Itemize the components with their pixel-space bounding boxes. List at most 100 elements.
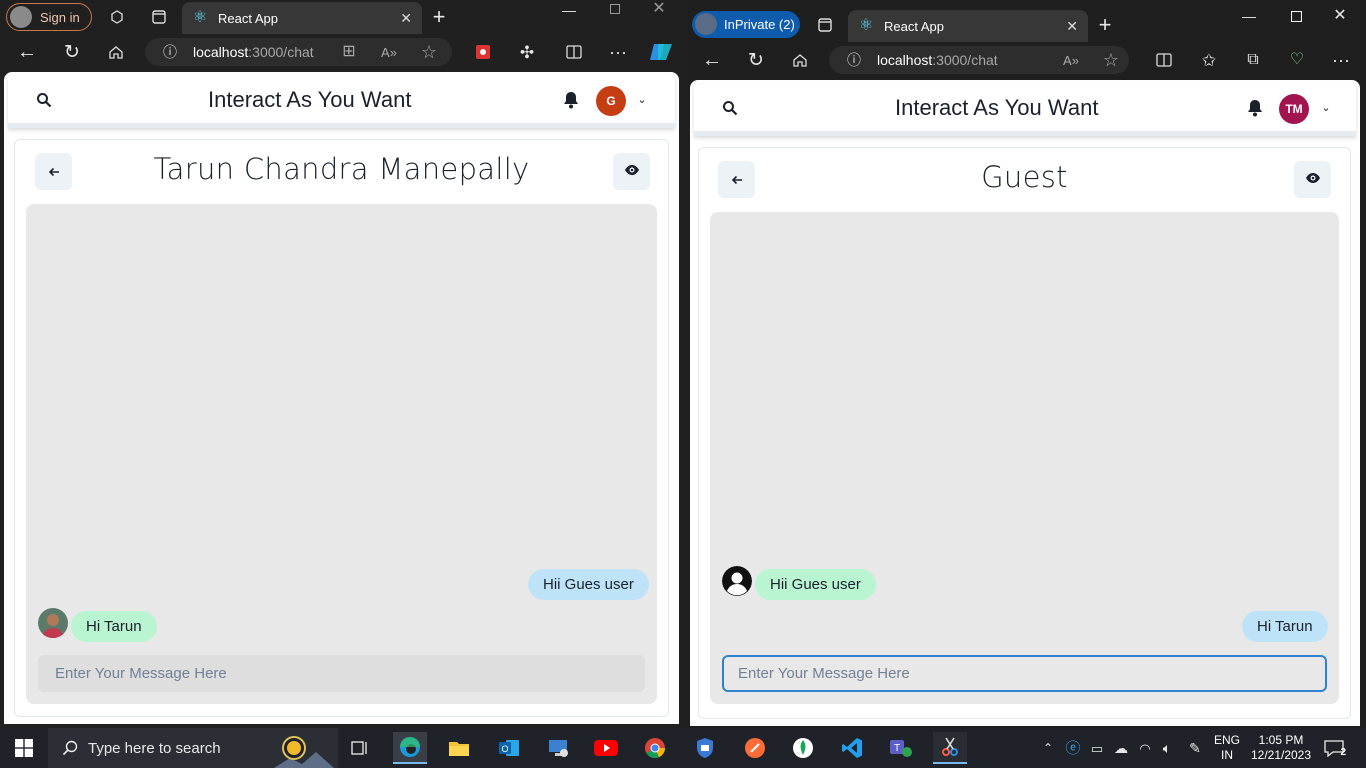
tab-actions-icon[interactable]: [814, 15, 836, 35]
url-field[interactable]: ⓘ localhost:3000/chat A» ☆: [829, 46, 1129, 74]
edge-taskbar-icon[interactable]: [393, 732, 427, 764]
extensions-puzzle-icon[interactable]: ✣: [516, 42, 538, 62]
maximize-icon[interactable]: [1285, 6, 1307, 26]
pen-icon[interactable]: ✎: [1186, 739, 1204, 757]
edge-tray-icon[interactable]: ⓔ: [1064, 739, 1082, 757]
close-tab-icon[interactable]: ✕: [400, 10, 412, 27]
maximize-icon[interactable]: [604, 0, 626, 18]
tab-strip: InPrivate (2) ⚛ React App ✕ + — ✕: [684, 0, 1366, 48]
close-tab-icon[interactable]: ✕: [1066, 18, 1078, 35]
volume-icon[interactable]: 🔈︎: [1158, 739, 1176, 757]
file-explorer-icon[interactable]: [442, 732, 476, 764]
clock[interactable]: 1:05 PM 12/21/2023: [1248, 733, 1314, 763]
profile-icon: [10, 6, 32, 28]
message-received: Hii Gues user: [755, 569, 876, 600]
page-viewport: Interact As You Want TM ⌄ Guest Hii Gues…: [690, 80, 1360, 726]
tab-strip: Sign in ⚛ React App ✕ + — ✕: [0, 0, 684, 34]
app-available-icon[interactable]: ⊞: [339, 42, 359, 62]
read-aloud-icon[interactable]: A»: [379, 42, 399, 62]
snipping-tool-icon[interactable]: [933, 732, 967, 764]
close-window-icon[interactable]: ✕: [648, 0, 670, 18]
windows-start-icon[interactable]: [7, 732, 41, 764]
tab-react-app[interactable]: ⚛ React App ✕: [848, 10, 1088, 42]
message-area: Hii Gues user Hi Tarun Enter Your Messag…: [26, 204, 657, 704]
chat-title: Guest: [981, 160, 1068, 194]
info-icon[interactable]: ⓘ: [159, 45, 181, 59]
security-shield-icon[interactable]: [688, 732, 722, 764]
inprivate-label: InPrivate (2): [724, 17, 795, 32]
bell-icon[interactable]: [561, 90, 581, 110]
notification-center-icon[interactable]: 2: [1322, 738, 1346, 758]
search-icon: [60, 738, 80, 758]
home-icon[interactable]: [789, 50, 811, 70]
user-avatar[interactable]: TM: [1279, 94, 1309, 124]
new-tab-icon[interactable]: +: [1094, 14, 1116, 36]
search-icon[interactable]: [34, 90, 54, 110]
sender-avatar: [38, 608, 68, 638]
remote-desktop-icon[interactable]: [541, 732, 575, 764]
sign-in-button[interactable]: Sign in: [6, 3, 92, 31]
home-icon[interactable]: [105, 42, 127, 62]
favorites-icon[interactable]: ✩: [1198, 50, 1220, 70]
favorite-star-icon[interactable]: ☆: [419, 42, 439, 62]
message-input[interactable]: Enter Your Message Here: [722, 655, 1327, 692]
bell-icon[interactable]: [1245, 98, 1265, 118]
postman-icon[interactable]: [738, 732, 772, 764]
refresh-icon[interactable]: ↻: [745, 50, 767, 70]
message-sent: Hi Tarun: [1242, 611, 1328, 642]
language-top: ENG: [1213, 733, 1240, 747]
search-icon[interactable]: [720, 98, 740, 118]
vscode-icon[interactable]: [835, 732, 869, 764]
eye-icon: [1305, 171, 1321, 189]
tab-label: React App: [218, 10, 278, 26]
wifi-icon[interactable]: ◠: [1136, 739, 1154, 757]
task-view-icon[interactable]: [343, 732, 377, 764]
mongodb-icon[interactable]: [786, 732, 820, 764]
user-initial: G: [606, 94, 616, 108]
collections-icon[interactable]: ⧉: [1242, 50, 1264, 70]
inprivate-button[interactable]: InPrivate (2): [692, 11, 800, 38]
copilot-icon[interactable]: [648, 40, 674, 64]
chevron-down-icon[interactable]: ⌄: [1318, 99, 1334, 117]
onedrive-icon[interactable]: ☁: [1112, 739, 1130, 757]
more-menu-icon[interactable]: ···: [607, 42, 629, 62]
url-field[interactable]: ⓘ localhost:3000/chat ⊞ A» ☆: [145, 38, 452, 66]
outlook-icon[interactable]: O: [492, 732, 526, 764]
read-aloud-icon[interactable]: A»: [1061, 50, 1081, 70]
url-host: localhost: [877, 52, 933, 68]
refresh-icon[interactable]: ↻: [61, 42, 83, 62]
teams-icon[interactable]: T: [884, 732, 918, 764]
app-navbar: Interact As You Want TM ⌄: [694, 84, 1356, 136]
info-icon[interactable]: ⓘ: [843, 53, 865, 67]
chevron-down-icon[interactable]: ⌄: [634, 91, 650, 109]
profile-icon: [695, 13, 717, 35]
view-profile-button[interactable]: [1294, 161, 1331, 198]
youtube-icon[interactable]: [589, 732, 623, 764]
back-icon[interactable]: ←: [701, 50, 723, 70]
minimize-icon[interactable]: —: [1238, 6, 1260, 26]
back-icon[interactable]: ←: [16, 42, 38, 62]
message-input[interactable]: Enter Your Message Here: [38, 655, 645, 692]
address-bar-row: ← ↻ ⓘ localhost:3000/chat ⊞ A» ☆ ✣ ···: [0, 34, 684, 70]
tab-actions-icon[interactable]: [148, 7, 170, 27]
minimize-icon[interactable]: —: [558, 0, 580, 20]
split-screen-icon[interactable]: [563, 42, 585, 62]
chrome-icon[interactable]: [638, 732, 672, 764]
view-profile-button[interactable]: [613, 153, 650, 190]
show-hidden-icons-icon[interactable]: ⌃: [1040, 740, 1056, 756]
user-avatar[interactable]: G: [596, 86, 626, 116]
close-window-icon[interactable]: ✕: [1329, 6, 1351, 26]
workspaces-icon[interactable]: [106, 7, 128, 27]
favorite-star-icon[interactable]: ☆: [1101, 50, 1121, 70]
browser-essentials-icon[interactable]: ♡: [1286, 50, 1308, 70]
battery-icon[interactable]: ▭: [1088, 739, 1106, 757]
more-menu-icon[interactable]: ···: [1330, 50, 1352, 70]
extension-icon[interactable]: [473, 42, 493, 62]
tab-react-app[interactable]: ⚛ React App ✕: [182, 2, 422, 34]
language-indicator[interactable]: ENG IN: [1212, 733, 1242, 763]
taskbar-search[interactable]: Type here to search: [48, 728, 338, 768]
sign-in-label: Sign in: [40, 9, 80, 25]
new-tab-icon[interactable]: +: [428, 6, 450, 28]
split-screen-icon[interactable]: [1153, 50, 1175, 70]
clock-date: 12/21/2023: [1250, 748, 1312, 762]
